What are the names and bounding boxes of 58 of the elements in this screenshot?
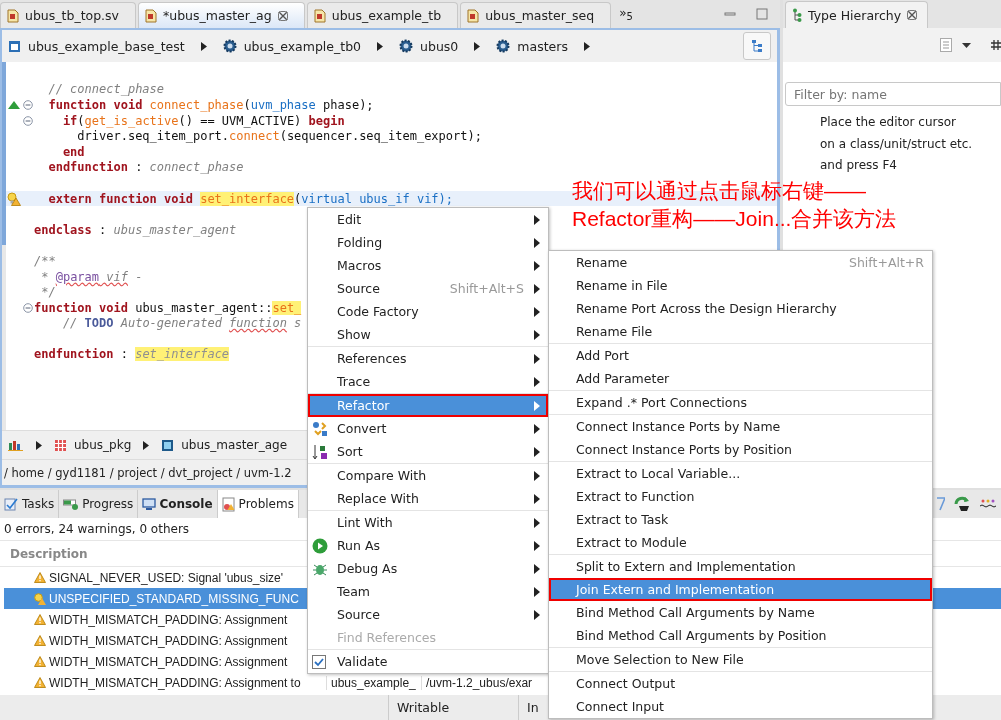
- problem-description: WIDTH_MISMATCH_PADDING: Assignment to: [49, 675, 301, 690]
- code-text: (: [294, 191, 302, 206]
- status-item: Writable: [397, 700, 450, 715]
- code-highlight: set_: [272, 300, 302, 315]
- hint-text: on a class/unit/struct etc.: [820, 136, 973, 151]
- code-keyword: endfunction: [47, 160, 128, 175]
- code-text: :: [134, 160, 144, 175]
- hint-text: and press F4: [820, 158, 897, 172]
- code-comment: -: [134, 269, 143, 284]
- code-text: ubus_master_agent::: [135, 300, 273, 315]
- code-keyword: function void: [34, 300, 129, 315]
- code-keyword: endfunction: [34, 347, 114, 362]
- problem-description: WIDTH_MISMATCH_PADDING: Assignment: [49, 633, 288, 648]
- code-comment: ubus_master_agent: [113, 222, 237, 237]
- code-text: (sequencer.seq_item_export);: [279, 129, 482, 144]
- problem-resource: ubus_example_: [331, 675, 416, 690]
- code-text: (: [77, 113, 85, 128]
- code-text: (: [243, 98, 251, 112]
- code-text: () == UVM_ACTIVE): [178, 113, 303, 128]
- code-keyword: end: [61, 144, 85, 159]
- code-text: :: [119, 347, 129, 362]
- code-type: uvm_phase: [250, 98, 316, 112]
- problems-summary: 0 errors, 24 warnings, 0 others: [4, 522, 190, 536]
- status-item: In: [527, 700, 539, 715]
- code-comment: s: [293, 316, 302, 331]
- code-function: connect_phase: [149, 98, 244, 112]
- code-highlight: set_interface: [135, 347, 230, 362]
- code-comment: function: [229, 316, 287, 331]
- code-text: :: [98, 222, 108, 237]
- code-keyword: if: [61, 113, 78, 128]
- code-keyword: begin: [308, 113, 345, 128]
- code-comment: *: [40, 269, 50, 284]
- problem-description: WIDTH_MISMATCH_PADDING: Assignment: [49, 612, 288, 627]
- code-comment: // connect_phase: [47, 82, 165, 97]
- code-keyword: function void: [47, 98, 144, 112]
- hint-text: Place the editor cursor: [820, 115, 957, 129]
- code-todo: TODO: [84, 316, 114, 331]
- code-highlight: set_interface: [200, 191, 295, 206]
- problem-description: SIGNAL_NEVER_USED: Signal 'ubus_size': [49, 570, 284, 585]
- code-doc-tag: @param: [55, 269, 100, 284]
- code-keyword: endclass: [34, 222, 92, 237]
- code-text: phase);: [322, 98, 374, 112]
- code-comment: Auto-generated: [119, 316, 223, 331]
- code-comment: */: [40, 285, 56, 300]
- code-keyword: extern function void: [47, 191, 194, 206]
- code-text: driver.seq_item_port.: [76, 129, 230, 144]
- code-comment: //: [61, 316, 79, 331]
- code-comment: vif: [105, 269, 128, 284]
- file-path: / home / gyd1181 / project / dvt_project / uvm-1.2: [4, 465, 292, 480]
- problem-description: UNSPECIFIED_STANDARD_MISSING_FUNC: [49, 591, 299, 606]
- annotation-text: 我们可以通过点击鼠标右键—— Refactor重构——Join...合并该方法: [572, 178, 897, 232]
- code-comment: /**: [34, 253, 56, 268]
- code-function: connect: [229, 129, 280, 144]
- problem-path: /uvm-1.2_ubus/exar: [426, 675, 533, 690]
- code-type: virtual ubus_if vif);: [301, 191, 454, 206]
- problem-description: WIDTH_MISMATCH_PADDING: Assignment: [49, 654, 288, 669]
- code-function: get_is_active: [84, 113, 179, 128]
- code-comment: connect_phase: [149, 160, 244, 175]
